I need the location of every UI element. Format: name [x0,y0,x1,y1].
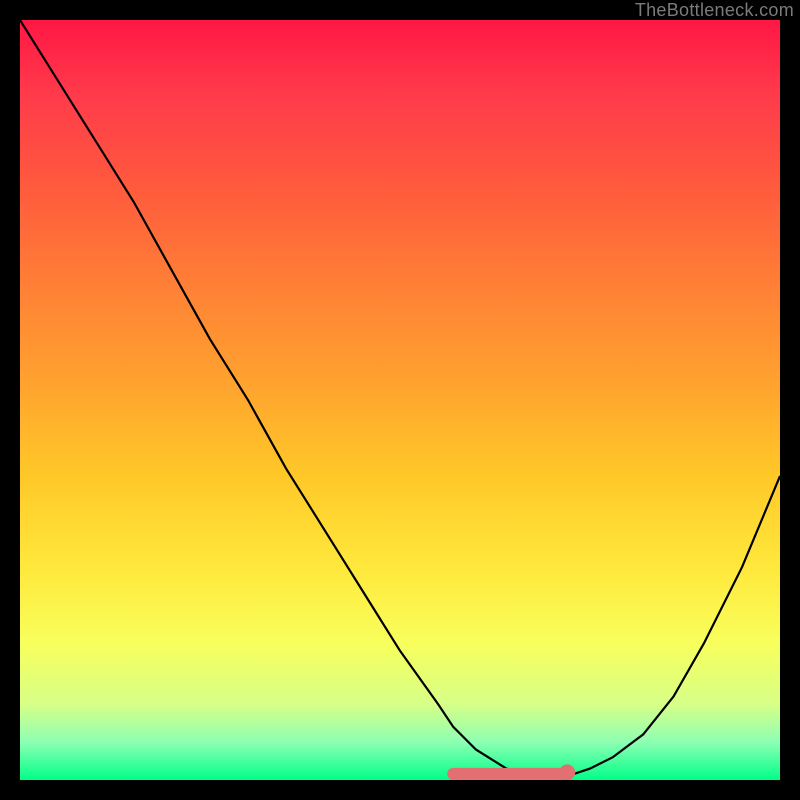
data-curve [20,20,780,776]
dot-marker [559,764,575,780]
watermark-text: TheBottleneck.com [635,0,794,21]
chart-container: TheBottleneck.com [0,0,800,800]
chart-svg [20,20,780,780]
plot-area [20,20,780,780]
